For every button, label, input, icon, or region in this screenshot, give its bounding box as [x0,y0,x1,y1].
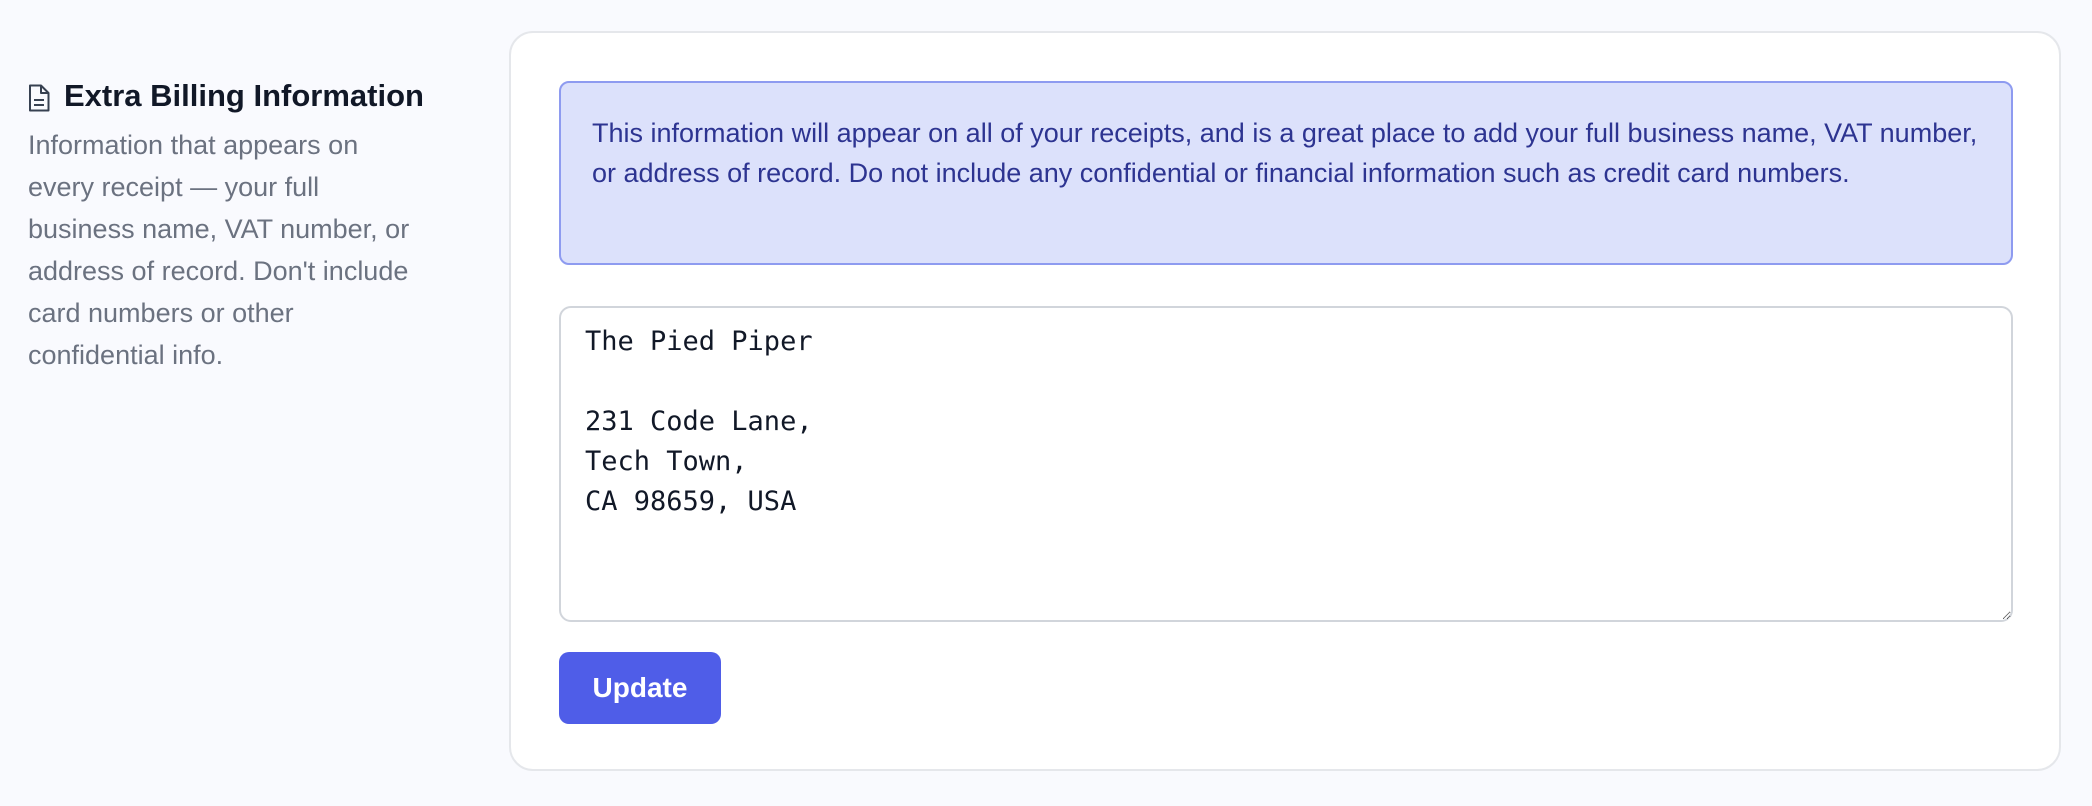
info-notice-text: This information will appear on all of y… [592,118,1978,188]
section-title: Extra Billing Information [64,78,424,113]
document-icon [28,82,50,112]
billing-info-card: This information will appear on all of y… [509,31,2061,771]
section-title-row: Extra Billing Information [28,76,428,116]
section-header: Extra Billing Information Information th… [28,76,428,376]
update-button[interactable]: Update [559,652,721,724]
billing-info-textarea[interactable] [559,306,2013,622]
section-description: Information that appears on every receip… [28,130,410,370]
billing-info-field-wrapper [559,306,2013,622]
info-notice: This information will appear on all of y… [559,81,2013,265]
